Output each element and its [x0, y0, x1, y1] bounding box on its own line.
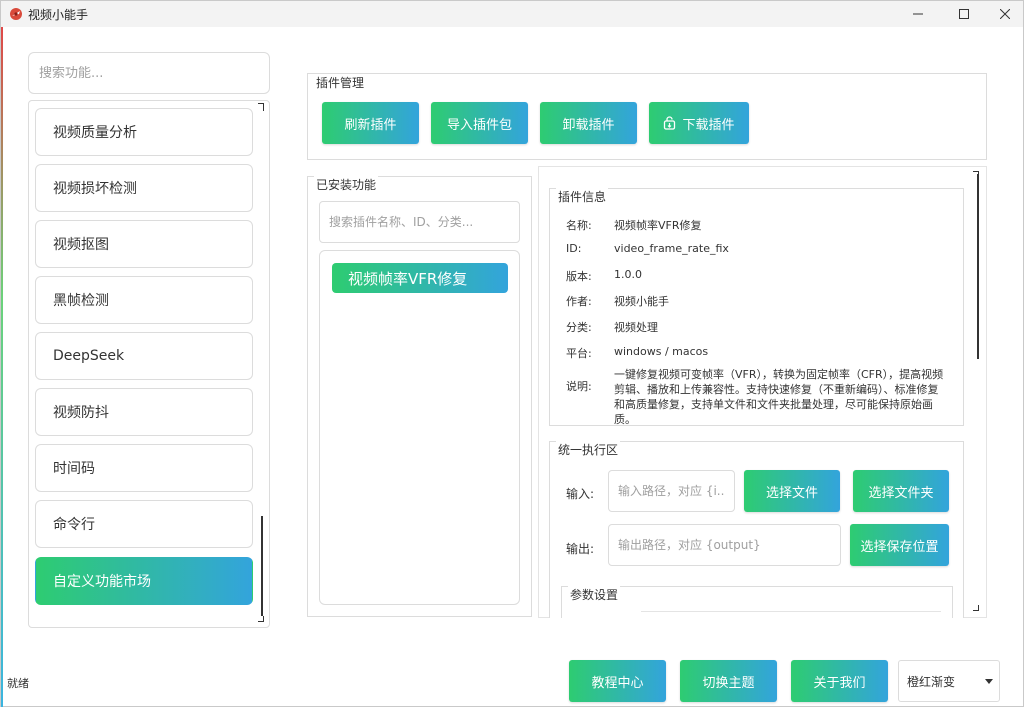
info-label: 作者:	[566, 295, 592, 308]
app-window: 视频小能手 视频质量分析 视频损坏检测 视频抠图 黑帧检测 DeepSeek 视…	[0, 0, 1024, 707]
window-edge-accent	[1, 27, 3, 707]
info-row-version: 版本: 1.0.0	[566, 268, 642, 284]
output-path-box[interactable]	[608, 524, 841, 566]
params-content-edge	[641, 611, 941, 617]
info-value: 视频小能手	[614, 295, 669, 308]
execution-title: 统一执行区	[556, 441, 621, 458]
close-icon	[1000, 9, 1010, 19]
info-label: 平台:	[566, 347, 592, 360]
download-plugin-label: 下载插件	[682, 117, 735, 133]
uninstall-plugin-button[interactable]: 卸载插件	[540, 102, 637, 144]
info-label: 分类:	[566, 321, 592, 334]
select-folder-button[interactable]: 选择文件夹	[853, 470, 949, 512]
info-row-category: 分类: 视频处理	[566, 319, 658, 335]
installed-title: 已安装功能	[314, 176, 379, 193]
maximize-button[interactable]	[941, 1, 987, 27]
info-label: 名称:	[566, 219, 592, 232]
info-row-author: 作者: 视频小能手	[566, 293, 669, 309]
plugin-search-input[interactable]	[329, 215, 510, 229]
refresh-plugins-button[interactable]: 刷新插件	[322, 102, 419, 144]
input-path-box[interactable]	[608, 470, 735, 512]
maximize-icon	[959, 9, 969, 19]
sidebar-item-plugin-market[interactable]: 自定义功能市场	[35, 557, 253, 605]
sidebar-scrollbar-thumb[interactable]	[261, 516, 263, 616]
plugin-manage-title: 插件管理	[314, 74, 367, 91]
info-value: windows / macos	[614, 345, 709, 358]
info-label: ID:	[566, 242, 582, 255]
input-label: 输入:	[566, 487, 595, 501]
detail-scrollbar-thumb[interactable]	[977, 174, 979, 359]
theme-select[interactable]: 橙红渐变	[898, 660, 1000, 702]
scrollbar-top-mark	[258, 103, 264, 111]
installed-plugin-item[interactable]: 视频帧率VFR修复	[332, 263, 508, 293]
sidebar-item-video-damage[interactable]: 视频损坏检测	[35, 164, 253, 212]
dropdown-arrow-icon	[985, 679, 993, 684]
minimize-button[interactable]	[895, 1, 941, 27]
params-title: 参数设置	[568, 586, 621, 603]
title-bar[interactable]: 视频小能手	[1, 1, 1023, 27]
info-label: 说明:	[566, 380, 592, 393]
select-file-button[interactable]: 选择文件	[744, 470, 840, 512]
info-value: video_frame_rate_fix	[614, 242, 729, 255]
info-row-name: 名称: 视频帧率VFR修复	[566, 217, 702, 233]
plugin-description: 一键修复视频可变帧率（VFR），转换为固定帧率（CFR），提高视频剪辑、播放和上…	[614, 368, 944, 426]
info-label: 版本:	[566, 270, 592, 283]
close-button[interactable]	[987, 1, 1023, 27]
info-row-description: 说明:	[566, 378, 614, 394]
scrollbar-bottom-mark	[258, 616, 264, 622]
status-text: 就绪	[7, 677, 29, 690]
download-lock-icon	[663, 116, 676, 130]
input-path-field[interactable]	[618, 484, 725, 498]
select-save-location-button[interactable]: 选择保存位置	[850, 524, 949, 566]
info-row-platform: 平台: windows / macos	[566, 345, 708, 361]
sidebar-item-timecode[interactable]: 时间码	[35, 444, 253, 492]
output-label: 输出:	[566, 542, 595, 556]
info-value: 视频处理	[614, 321, 658, 334]
output-path-field[interactable]	[618, 538, 831, 552]
app-logo-icon	[9, 7, 23, 21]
plugin-search-box[interactable]	[319, 201, 520, 243]
download-plugin-button[interactable]: 下载插件	[649, 102, 749, 144]
window-title: 视频小能手	[28, 8, 89, 22]
installed-plugin-list[interactable]: 视频帧率VFR修复	[319, 250, 520, 605]
switch-theme-button[interactable]: 切换主题	[680, 660, 777, 702]
function-search-input[interactable]	[39, 65, 259, 81]
import-plugin-button[interactable]: 导入插件包	[431, 102, 528, 144]
about-us-button[interactable]: 关于我们	[791, 660, 888, 702]
sidebar-item-command-line[interactable]: 命令行	[35, 500, 253, 548]
sidebar-item-black-frame[interactable]: 黑帧检测	[35, 276, 253, 324]
sidebar-item-video-matting[interactable]: 视频抠图	[35, 220, 253, 268]
tutorial-center-button[interactable]: 教程中心	[569, 660, 666, 702]
function-search-box[interactable]	[28, 52, 270, 94]
sidebar-item-deepseek[interactable]: DeepSeek	[35, 332, 253, 380]
sidebar-item-video-quality[interactable]: 视频质量分析	[35, 108, 253, 156]
plugin-info-title: 插件信息	[556, 188, 609, 205]
info-row-id: ID: video_frame_rate_fix	[566, 242, 729, 255]
detail-scroll-bottom-mark	[973, 605, 979, 611]
info-value: 视频帧率VFR修复	[614, 219, 702, 232]
function-list[interactable]: 视频质量分析 视频损坏检测 视频抠图 黑帧检测 DeepSeek 视频防抖 时间…	[28, 100, 270, 628]
sidebar-item-stabilize[interactable]: 视频防抖	[35, 388, 253, 436]
minimize-icon	[913, 13, 923, 15]
info-value: 1.0.0	[614, 268, 642, 281]
theme-select-value: 橙红渐变	[907, 674, 956, 689]
